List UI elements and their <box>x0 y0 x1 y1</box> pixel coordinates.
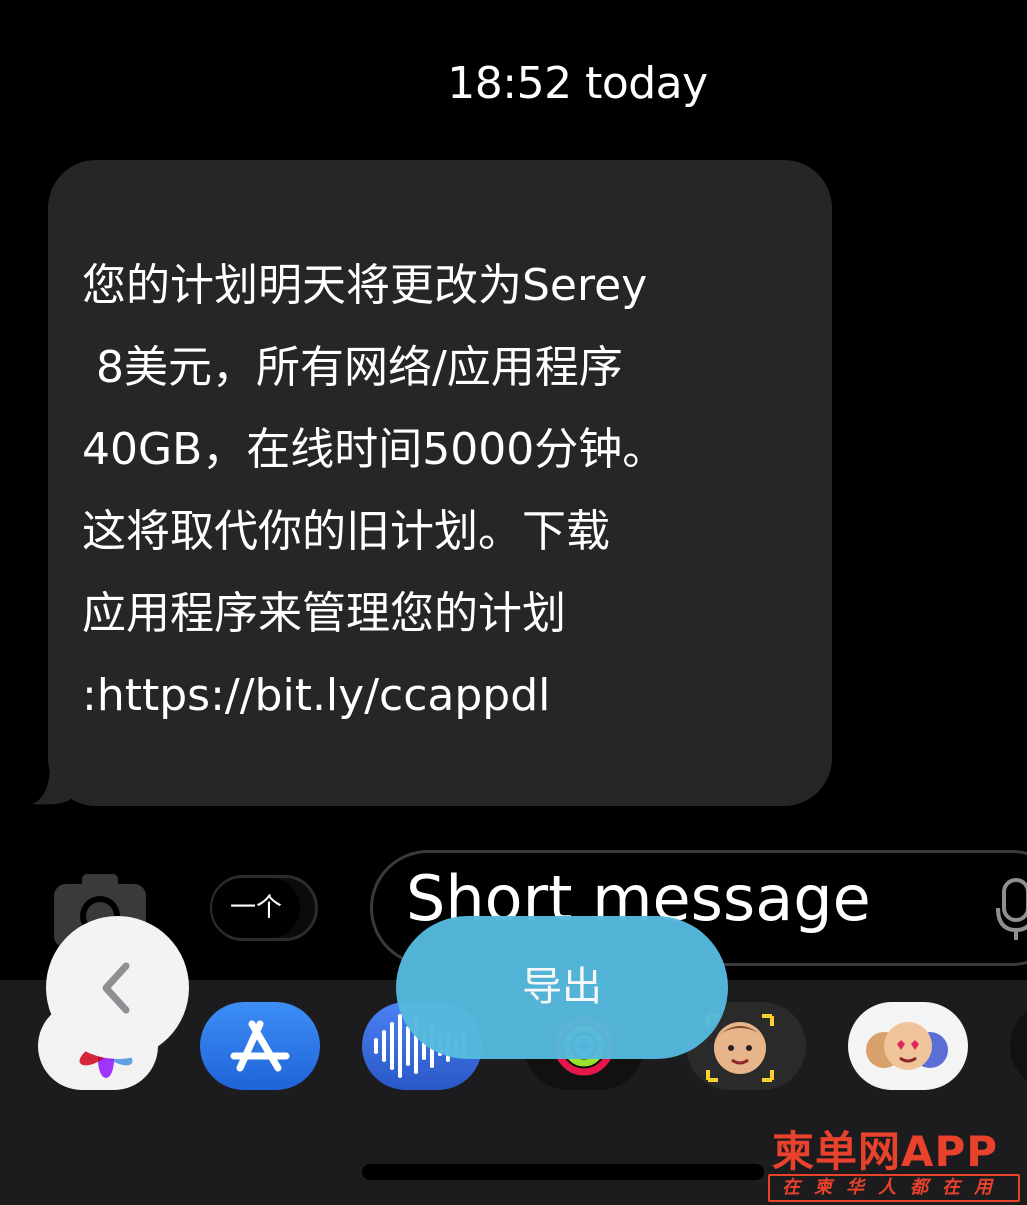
messages-screen: 18:52 today 您的计划明天将更改为Serey 8美元，所有网络/应用程… <box>0 0 1027 1205</box>
microphone-icon[interactable] <box>996 876 1027 942</box>
back-button[interactable] <box>46 916 189 1059</box>
apps-pill-label: 一个 <box>212 878 300 938</box>
watermark-subtitle: 在柬华人都在用 <box>768 1174 1020 1202</box>
message-text: 您的计划明天将更改为Serey 8美元，所有网络/应用程序 40GB，在线时间5… <box>82 260 667 721</box>
app-store-icon[interactable] <box>200 1002 320 1090</box>
home-indicator[interactable] <box>362 1164 764 1180</box>
watermark-title: 柬单网APP <box>772 1127 999 1176</box>
message-timestamp: 18:52 today <box>447 58 708 109</box>
memoji-stickers-icon[interactable] <box>848 1002 968 1090</box>
export-button[interactable]: 导出 <box>396 916 728 1059</box>
chevron-left-icon <box>102 962 130 1014</box>
